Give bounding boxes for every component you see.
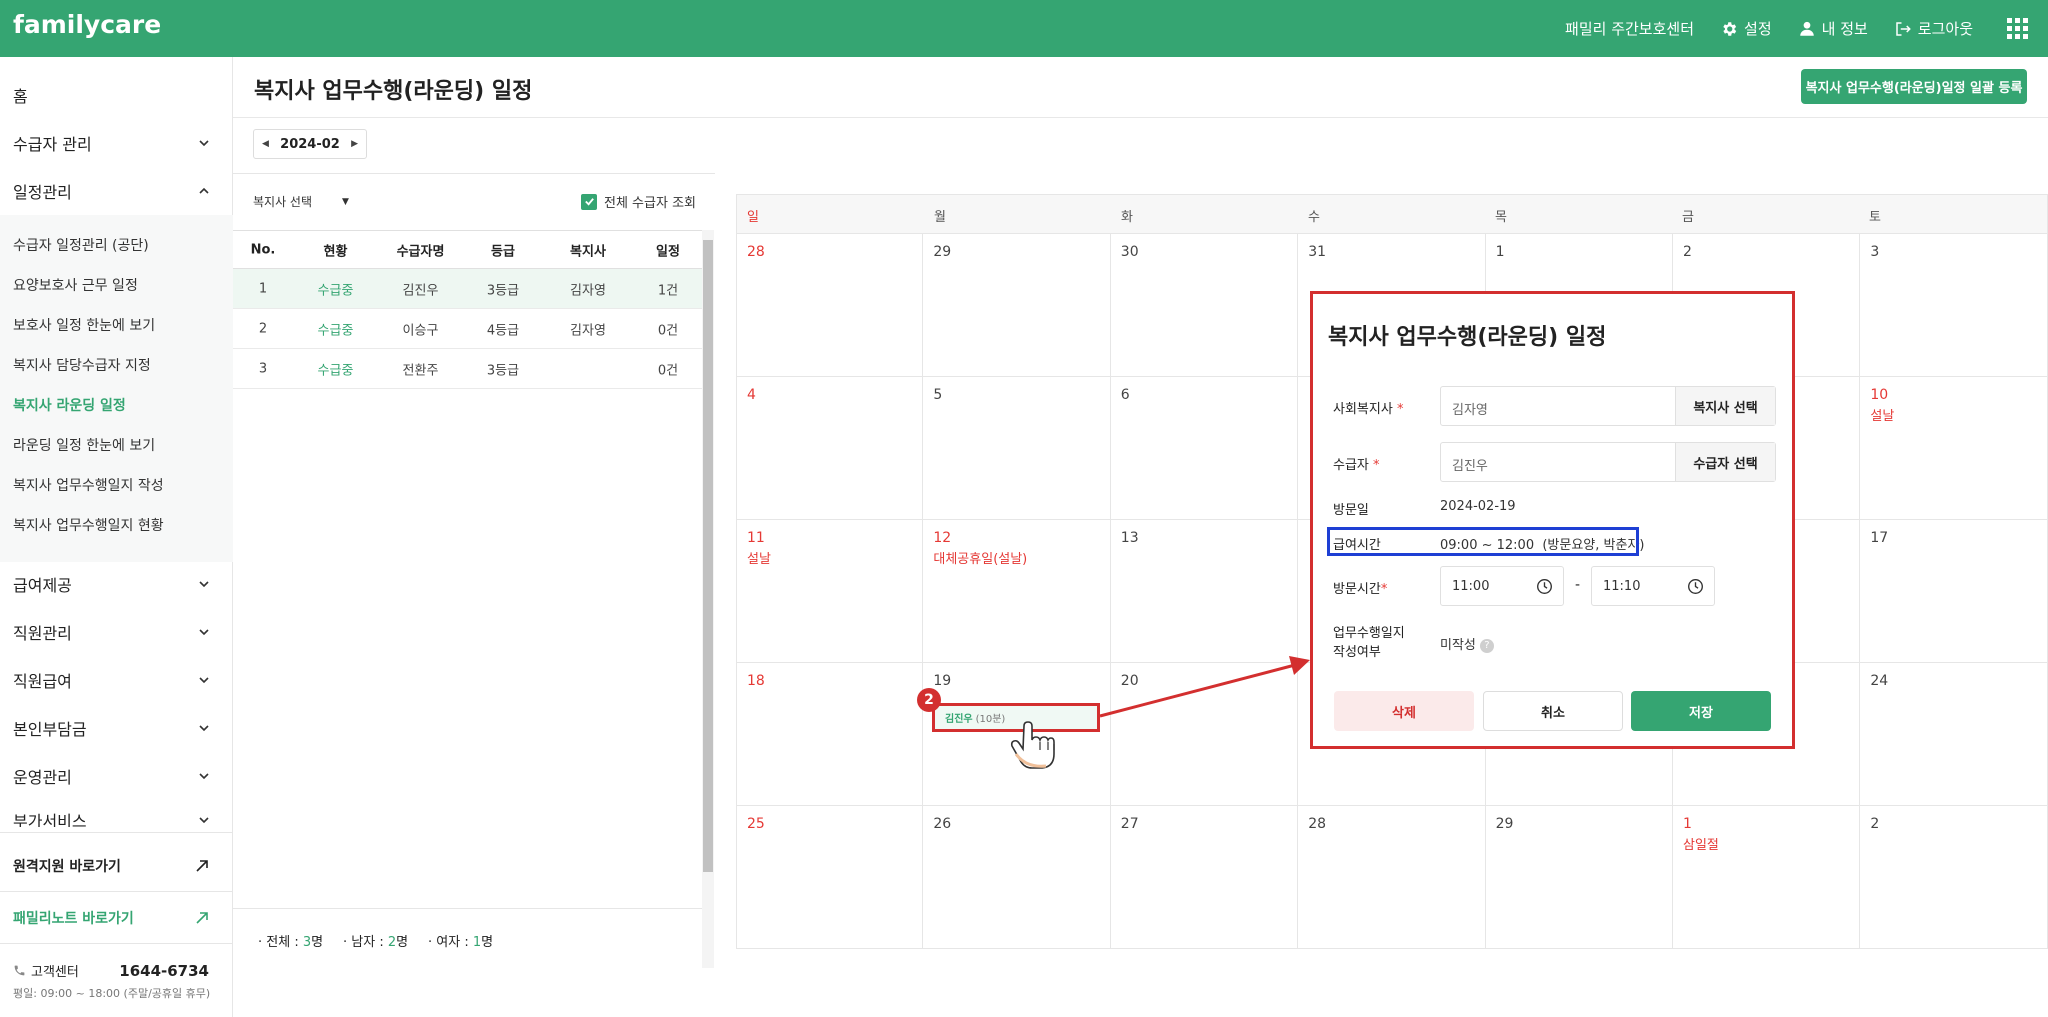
journal-label-line1: 업무수행일지 [1333,626,1405,641]
visit-time-start-input[interactable]: 11:00 [1440,566,1564,606]
annotation-arrow-line [1099,663,1296,718]
clock-icon [1688,579,1703,594]
recipient-value: 김진우 [1452,459,1488,474]
worker-value: 김자영 [1452,403,1488,418]
cancel-button[interactable]: 취소 [1483,691,1623,731]
select-worker-button[interactable]: 복지사 선택 [1675,387,1775,425]
journal-status: 미작성? [1440,634,1494,653]
annotation-highlight-box [1327,527,1639,556]
help-icon[interactable]: ? [1479,638,1494,653]
visit-date-label: 방문일 [1333,503,1369,518]
rounding-schedule-modal: 복지사 업무수행(라운딩) 일정 사회복지사 * 김자영 복지사 선택 수급자 … [1310,291,1795,749]
worker-label-text: 사회복지사 [1333,402,1393,417]
worker-label: 사회복지사 * [1333,398,1403,417]
required-mark: * [1373,458,1380,473]
worker-field[interactable]: 김자영 복지사 선택 [1440,386,1776,426]
visit-time-end-input[interactable]: 11:10 [1591,566,1715,606]
recipient-field[interactable]: 김진우 수급자 선택 [1440,442,1776,482]
hand-cursor-icon [1010,721,1055,769]
annotation-arrow-head [1289,656,1310,675]
visit-date-value: 2024-02-19 [1440,499,1516,514]
clock-icon [1537,579,1552,594]
journal-label-line2: 작성여부 [1333,645,1381,660]
select-recipient-button[interactable]: 수급자 선택 [1675,443,1775,481]
visit-time-end-value: 11:10 [1603,579,1641,594]
save-button[interactable]: 저장 [1631,691,1771,731]
required-mark: * [1380,582,1388,597]
time-range-dash: - [1575,577,1581,593]
visit-time-label: 방문시간* [1333,578,1387,597]
visit-time-label-text: 방문시간 [1333,582,1381,597]
recipient-label: 수급자 * [1333,454,1380,473]
visit-time-start-value: 11:00 [1452,579,1490,594]
required-mark: * [1396,402,1404,417]
recipient-label-text: 수급자 [1333,458,1369,473]
delete-button[interactable]: 삭제 [1334,691,1474,731]
journal-status-value: 미작성 [1440,638,1476,653]
modal-title: 복지사 업무수행(라운딩) 일정 [1328,325,1607,350]
journal-status-label: 업무수행일지 작성여부 [1333,624,1405,662]
